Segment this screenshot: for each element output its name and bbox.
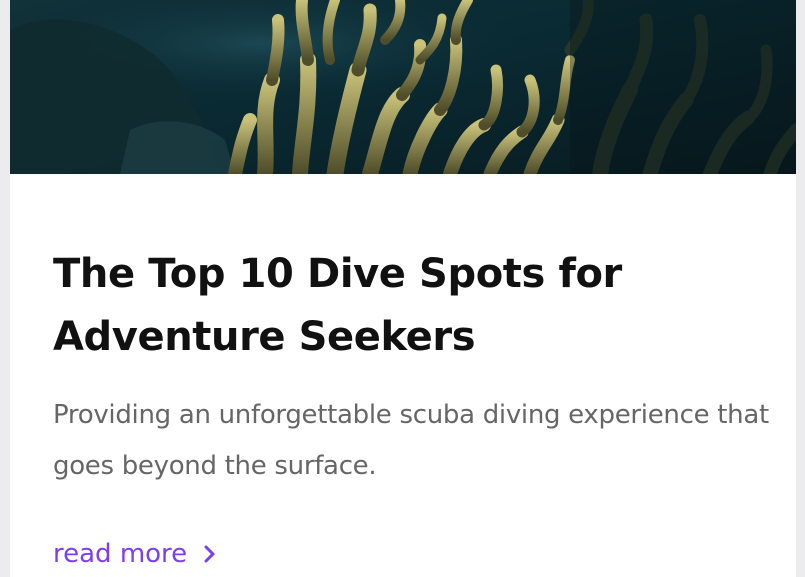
- article-image[interactable]: [10, 0, 796, 174]
- article-card: The Top 10 Dive Spots for Adventure Seek…: [10, 0, 796, 577]
- article-title: The Top 10 Dive Spots for Adventure Seek…: [53, 251, 622, 360]
- read-more-label: read more: [53, 539, 188, 569]
- article-excerpt: Providing an unforgettable scuba diving …: [53, 400, 769, 481]
- chevron-right-icon: [203, 544, 217, 564]
- read-more-link[interactable]: read more: [53, 532, 217, 576]
- coral-reef-image: [10, 0, 796, 174]
